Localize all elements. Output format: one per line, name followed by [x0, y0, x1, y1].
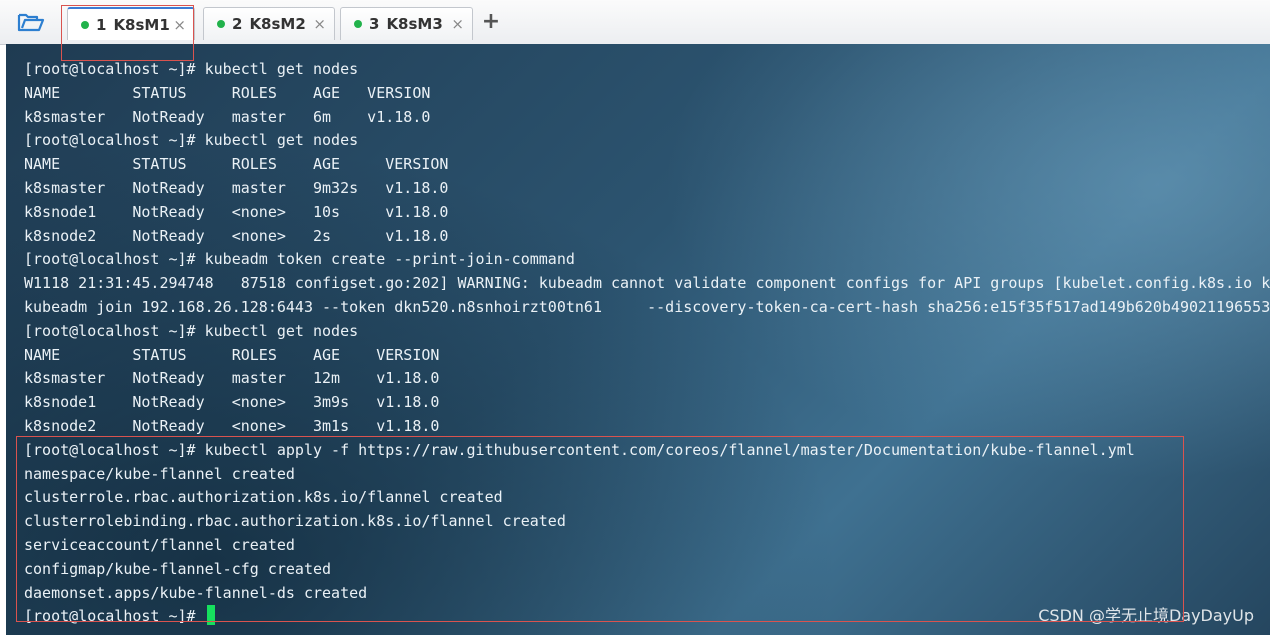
tab-k8sm1[interactable]: 1 K8sM1 ×: [67, 7, 195, 40]
terminal-line: NAME STATUS ROLES AGE VERSION: [24, 155, 449, 174]
terminal-line: k8smaster NotReady master 9m32s v1.18.0: [24, 179, 449, 197]
terminal-line: clusterrolebinding.rbac.authorization.k8…: [24, 512, 566, 531]
tab-number: 3: [369, 15, 380, 33]
terminal-prompt-line[interactable]: [root@localhost ~]#: [24, 604, 215, 628]
terminal-window[interactable]: [root@localhost ~]# kubectl get nodes NA…: [6, 44, 1270, 635]
terminal-line: W1118 21:31:45.294748 87518 configset.go…: [24, 274, 1270, 293]
terminal-line: [root@localhost ~]# kubectl apply -f htt…: [24, 440, 1135, 459]
terminal-line: daemonset.apps/kube-flannel-ds created: [24, 583, 368, 602]
connected-dot-icon: [217, 20, 225, 28]
terminal-line: k8snode2 NotReady <none> 3m1s v1.18.0: [24, 417, 440, 435]
tab-number: 2: [232, 15, 243, 33]
terminal-line: namespace/kube-flannel created: [24, 464, 295, 483]
terminal-prompt: [root@localhost ~]#: [24, 607, 205, 626]
connected-dot-icon: [354, 20, 362, 28]
close-icon[interactable]: ×: [451, 15, 464, 33]
terminal-line: NAME STATUS ROLES AGE VERSION: [24, 83, 431, 102]
terminal-line: k8snode1 NotReady <none> 10s v1.18.0: [24, 202, 449, 221]
terminal-line: k8snode1 NotReady <none> 3m9s v1.18.0: [24, 393, 440, 412]
terminal-cursor: [206, 605, 215, 626]
tab-title: K8sM1: [113, 15, 170, 34]
terminal-line: [root@localhost ~]# kubectl get nodes: [24, 131, 359, 150]
tab-title: K8sM3: [386, 15, 443, 33]
tab-number: 1: [96, 15, 107, 34]
tab-title: K8sM2: [249, 15, 306, 33]
close-icon[interactable]: ×: [173, 16, 186, 34]
close-icon[interactable]: ×: [313, 15, 326, 33]
terminal-line: k8smaster NotReady master 12m v1.18.0: [24, 369, 440, 388]
tab-k8sm2[interactable]: 2 K8sM2 ×: [203, 7, 335, 40]
terminal-line: [root@localhost ~]# kubeadm token create…: [24, 250, 575, 269]
tab-bar: 1 K8sM1 × 2 K8sM2 × 3 K8sM3 × +: [0, 0, 1270, 45]
terminal-line: clusterrole.rbac.authorization.k8s.io/fl…: [24, 488, 503, 507]
terminal-line: kubeadm join 192.168.26.128:6443 --token…: [24, 298, 1270, 316]
watermark: CSDN @学无止境DayDayUp: [1038, 606, 1254, 625]
plus-icon[interactable]: +: [480, 11, 502, 33]
folder-open-icon[interactable]: [14, 9, 48, 35]
terminal-line: k8snode2 NotReady <none> 2s v1.18.0: [24, 226, 449, 245]
terminal-line: serviceaccount/flannel created: [24, 536, 295, 554]
terminal-line: NAME STATUS ROLES AGE VERSION: [24, 345, 440, 364]
terminal-line: k8smaster NotReady master 6m v1.18.0: [24, 107, 431, 126]
tab-k8sm3[interactable]: 3 K8sM3 ×: [340, 7, 473, 40]
connected-dot-icon: [81, 20, 89, 29]
terminal-line: [root@localhost ~]# kubectl get nodes: [24, 321, 359, 340]
terminal-line: configmap/kube-flannel-cfg created: [24, 559, 332, 578]
terminal-line: [root@localhost ~]# kubectl get nodes: [24, 60, 359, 78]
